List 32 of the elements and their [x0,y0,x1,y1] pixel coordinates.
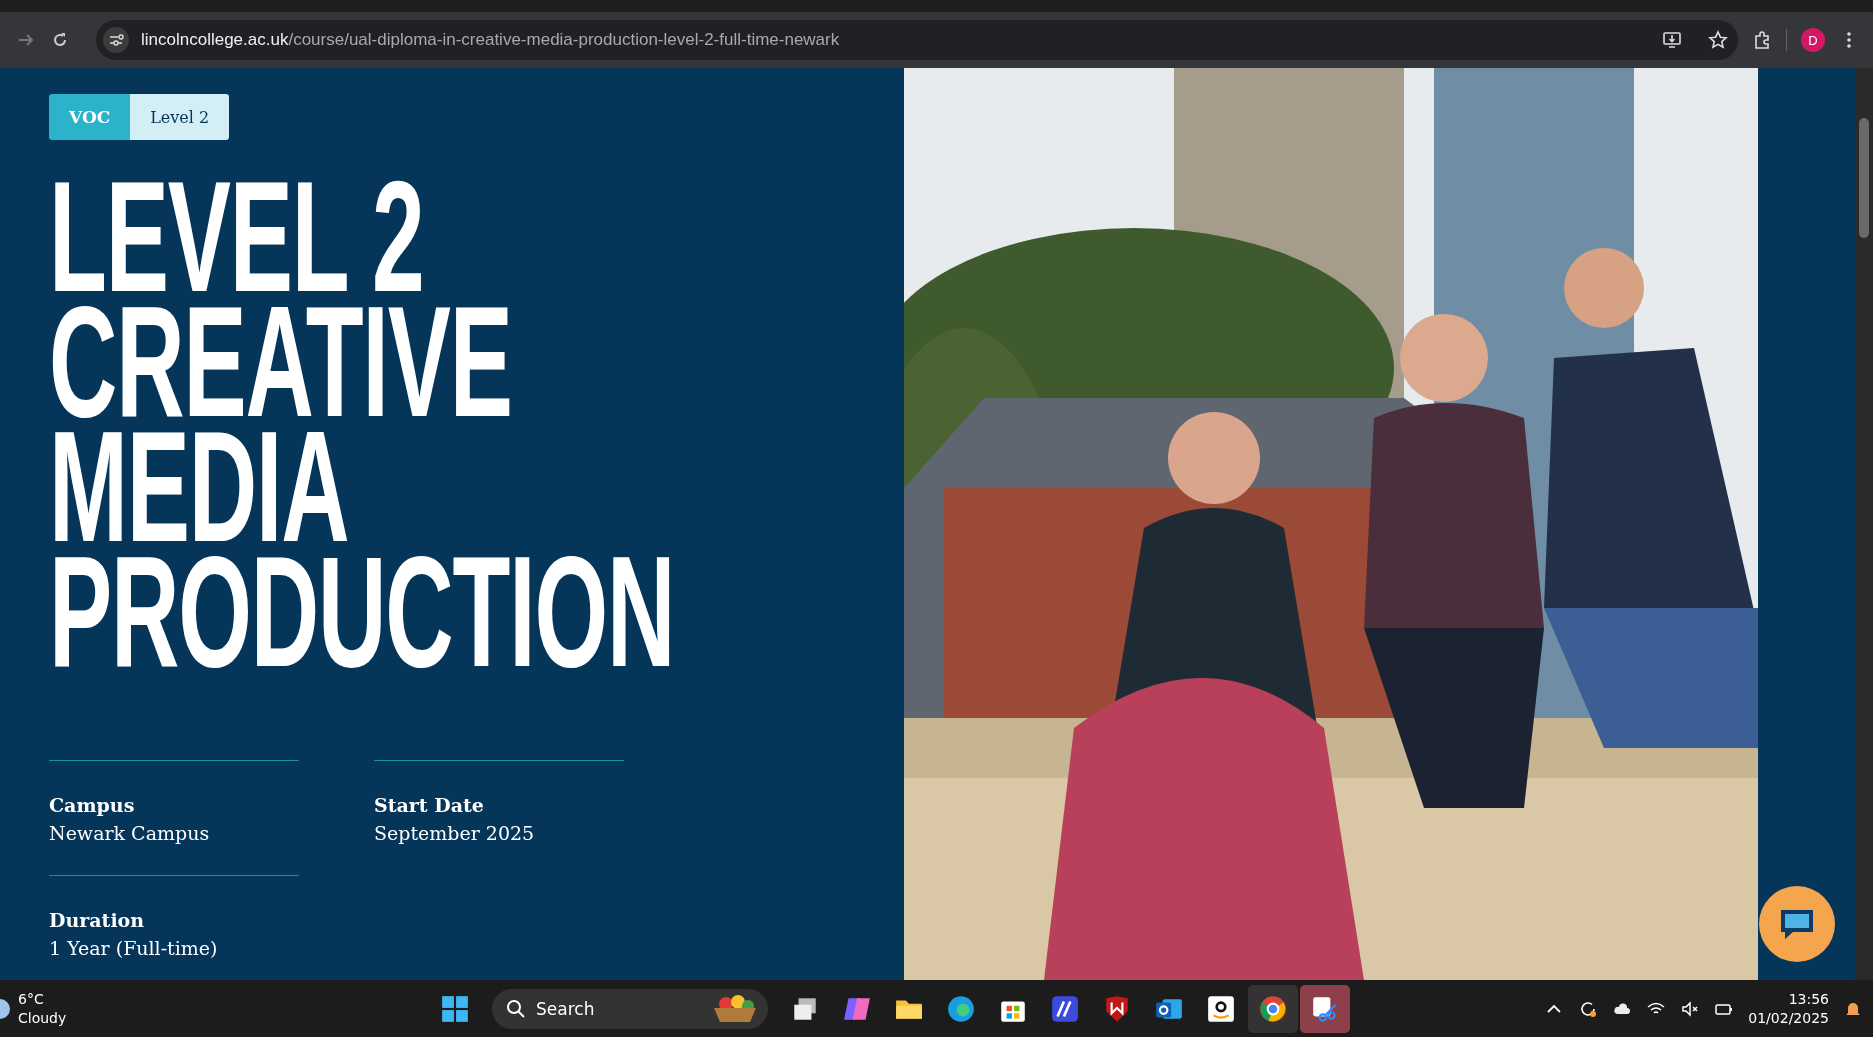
weather-temperature[interactable]: 6°C [18,989,67,1009]
detail-value: September 2025 [374,821,536,846]
search-icon [506,998,526,1019]
url-text[interactable]: lincolncollege.ac.uk/course/ual-diploma-in-creative-media-production-level-2-full-time-newark [141,30,1636,50]
star-icon[interactable] [1708,30,1728,50]
install-app-icon[interactable] [1662,30,1682,50]
start-icon[interactable] [440,993,470,1024]
detail-value: Newark Campus [49,821,211,846]
course-tag: Level 2 [130,94,230,140]
clock-time[interactable]: 13:56 [1788,989,1829,1009]
detail-label: Duration [49,908,146,933]
detail-value: 1 Year (Full-time) [49,936,219,961]
speaker-muted-icon[interactable] [1680,998,1701,1019]
weather-condition[interactable]: Cloudy [18,1008,67,1028]
weather-icon[interactable] [0,998,10,1019]
detail-label: Campus [49,793,136,818]
scrollbar[interactable] [1855,68,1873,980]
course-title: LEVEL 2 CREATIVE MEDIA PRODUCTION [49,174,676,674]
shopping-icon[interactable] [1206,993,1236,1024]
site-settings-icon[interactable] [103,27,129,53]
course-tag: VOC [49,94,131,140]
address-bar[interactable]: lincolncollege.ac.uk/course/ual-diploma-in-creative-media-production-level-2-full-time-newark [96,20,1738,60]
clock-date[interactable]: 01/02/2025 [1748,1008,1829,1028]
snipping-taskbar-button[interactable] [1300,984,1350,1033]
browser-icon[interactable] [946,993,976,1024]
profile-avatar[interactable]: D [1801,28,1825,52]
extensions-icon[interactable] [1752,30,1772,50]
chrome-taskbar-button[interactable] [1248,984,1298,1033]
detail-label: Start Date [374,793,485,818]
app-icon[interactable] [1050,993,1080,1024]
chrome-icon [1258,993,1288,1024]
taskbar-search[interactable]: Search [492,988,768,1029]
